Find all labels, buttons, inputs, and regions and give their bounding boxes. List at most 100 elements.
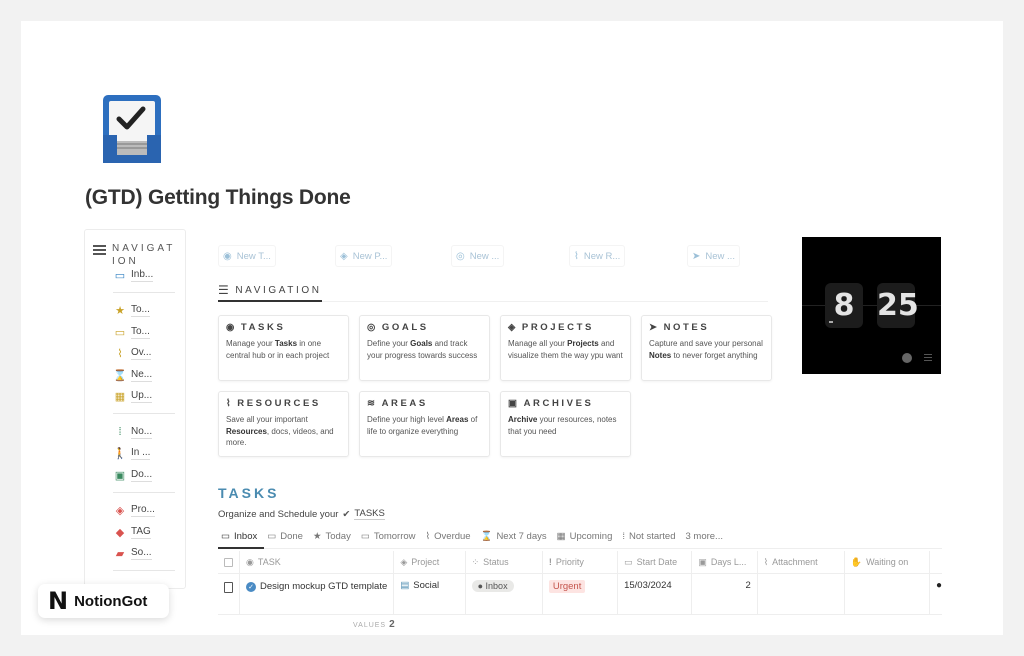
- start-date-cell[interactable]: 15/03/2024: [618, 574, 693, 614]
- status-cell[interactable]: ● Inbox: [466, 574, 543, 614]
- quick-add-label: New R...: [583, 250, 621, 262]
- view-tab[interactable]: ▦ Upcoming: [557, 531, 613, 542]
- card-text-bold: Areas: [446, 415, 469, 424]
- card-text: Manage your: [226, 339, 275, 348]
- card-description: Capture and save your personal Notes to …: [649, 338, 764, 361]
- column-project[interactable]: ◈ Project: [394, 551, 466, 573]
- paperclip-icon: ⌇: [226, 398, 234, 409]
- sidebar-item[interactable]: ⌛ Ne...: [113, 367, 153, 383]
- sidebar-item[interactable]: ▭ To...: [114, 324, 150, 340]
- column-more[interactable]: [930, 551, 942, 573]
- card-text-bold: Archive: [508, 415, 538, 424]
- sidebar-item[interactable]: ⁞ No...: [114, 424, 153, 440]
- flip-clock-widget[interactable]: 8 25: [802, 237, 941, 374]
- quick-add-button[interactable]: ➤ New ...: [687, 245, 740, 267]
- layers-icon: ≋: [367, 398, 378, 409]
- calendar-icon: ▣: [698, 556, 707, 567]
- calendar-icon: ▭: [360, 531, 370, 542]
- column-waiting-on[interactable]: ✋ Waiting on: [845, 551, 930, 573]
- clock-menu-icon[interactable]: [924, 354, 932, 363]
- sidebar-item[interactable]: ▣ Do...: [114, 467, 153, 483]
- notiongot-watermark: N NotionGot: [38, 584, 169, 618]
- view-tab[interactable]: ★ Today: [313, 531, 351, 542]
- column-label: TASK: [257, 557, 281, 567]
- quick-add-label: New P...: [352, 250, 388, 262]
- card-description: Define your high level Areas of life to …: [367, 414, 482, 437]
- days-left-cell[interactable]: 2: [692, 574, 758, 614]
- hand-icon: ✋: [850, 556, 863, 567]
- tasks-subtitle-text: Organize and Schedule your: [218, 508, 339, 520]
- sidebar-divider: [113, 491, 175, 493]
- sidebar-divider: [113, 570, 175, 571]
- column-days-left[interactable]: ▣ Days L...: [692, 551, 758, 573]
- quick-add-button[interactable]: ◉ New T...: [218, 245, 276, 267]
- paperclip-icon: ⌇: [425, 531, 431, 542]
- sidebar-item[interactable]: ▦ Up...: [114, 389, 153, 405]
- notiongot-logo-icon: N: [48, 587, 69, 615]
- nav-card-resources[interactable]: ⌇ RESOURCES Save all your important Resour…: [218, 391, 349, 457]
- table-row[interactable]: ✓ Design mockup GTD template ▤ Social ● In…: [218, 574, 942, 615]
- view-tab-label: Upcoming: [569, 531, 613, 542]
- traffic-light-icon: ⁞: [118, 426, 122, 438]
- card-title: NOTES: [663, 322, 710, 333]
- calendar-icon: ▭: [624, 556, 633, 567]
- row-checkbox[interactable]: [218, 574, 240, 614]
- status-value: Inbox: [485, 581, 508, 591]
- values-label: VALUES: [353, 622, 387, 629]
- nav-card-tasks[interactable]: ◉ TASKS Manage your Tasks in one central h…: [218, 315, 349, 381]
- sidebar-item-label: To...: [131, 304, 150, 317]
- column-start-date[interactable]: ▭ Start Date: [618, 551, 693, 573]
- card-text-bold: Notes: [649, 350, 672, 360]
- paperclip-icon: ⌇: [117, 348, 123, 360]
- card-description: Save all your important Resources, docs,…: [226, 414, 341, 449]
- view-tab[interactable]: ▭ Done: [267, 531, 303, 542]
- quick-add-button[interactable]: ⌇ New R...: [569, 245, 626, 267]
- quick-add-label: New ...: [469, 250, 500, 262]
- task-cell[interactable]: ✓ Design mockup GTD template: [240, 574, 395, 614]
- check-circle-icon: ◉: [246, 556, 254, 567]
- sidebar-item[interactable]: ★ To...: [114, 303, 150, 319]
- column-task[interactable]: ◉ TASK: [240, 551, 395, 573]
- sidebar-item[interactable]: ◈ Pro...: [114, 503, 155, 519]
- status-spinner-icon: ⁘: [471, 556, 480, 567]
- send-icon: ➤: [649, 322, 660, 333]
- nav-card-goals[interactable]: ◎ GOALS Define your Goals and track your p…: [359, 315, 490, 381]
- sidebar-item[interactable]: ⌇ Ov...: [114, 346, 152, 362]
- column-attachment[interactable]: ⌇ Attachment: [758, 551, 845, 573]
- view-tab[interactable]: ⌛ Next 7 days: [481, 531, 547, 542]
- task-name: Design mockup GTD template: [260, 581, 388, 592]
- column-status[interactable]: ⁘ Status: [466, 551, 543, 573]
- sidebar-item[interactable]: ◆ TAG: [114, 524, 151, 540]
- project-icon: ◈: [340, 250, 348, 262]
- nav-card-archives[interactable]: ▣ ARCHIVES Archive your resources, notes t…: [500, 391, 631, 457]
- attachment-cell[interactable]: [758, 574, 845, 614]
- card-text: Manage all your: [508, 339, 568, 348]
- quick-add-button[interactable]: ◎ New ...: [451, 245, 505, 267]
- tasks-link[interactable]: TASKS: [354, 508, 385, 520]
- column-priority[interactable]: ! Priority: [543, 551, 619, 573]
- tab-navigation[interactable]: ☰ NAVIGATION: [218, 283, 322, 297]
- sidebar-item-label: In ...: [131, 447, 151, 460]
- tasks-subtitle: Organize and Schedule your ✔ TASKS: [218, 508, 385, 520]
- nav-card-areas[interactable]: ≋ AREAS Define your high level Areas of li…: [359, 391, 490, 457]
- project-cell[interactable]: ▤ Social: [394, 574, 466, 614]
- view-tab[interactable]: ▭ Inbox: [221, 531, 257, 542]
- view-tab[interactable]: ▭ Tomorrow: [361, 531, 416, 542]
- priority-cell[interactable]: Urgent: [543, 574, 619, 614]
- sidebar-heading-label: NAVIGATION: [112, 243, 176, 267]
- nav-card-notes[interactable]: ➤ NOTES Capture and save your personal Not…: [641, 315, 772, 381]
- waiting-on-cell[interactable]: [845, 574, 930, 614]
- sidebar-item-label: So...: [131, 547, 152, 560]
- select-all-checkbox[interactable]: [218, 551, 240, 573]
- view-tab[interactable]: ⌇ Overdue: [426, 531, 471, 542]
- column-label: Start Date: [636, 557, 678, 567]
- view-tab[interactable]: 3 more...: [685, 531, 723, 542]
- sidebar-item[interactable]: 🚶 In ...: [113, 446, 151, 462]
- nav-card-projects[interactable]: ◈ PROJECTS Manage all your Projects and vi…: [500, 315, 631, 381]
- card-text: Capture and save your personal: [649, 339, 763, 348]
- view-tab[interactable]: ⁞ Not started: [622, 531, 675, 542]
- sidebar-item[interactable]: ▰ So...: [114, 546, 152, 562]
- quick-add-button[interactable]: ◈ New P...: [335, 245, 393, 267]
- theme-toggle-button[interactable]: [902, 353, 912, 363]
- sidebar-item[interactable]: ▭ Inb...: [114, 267, 154, 283]
